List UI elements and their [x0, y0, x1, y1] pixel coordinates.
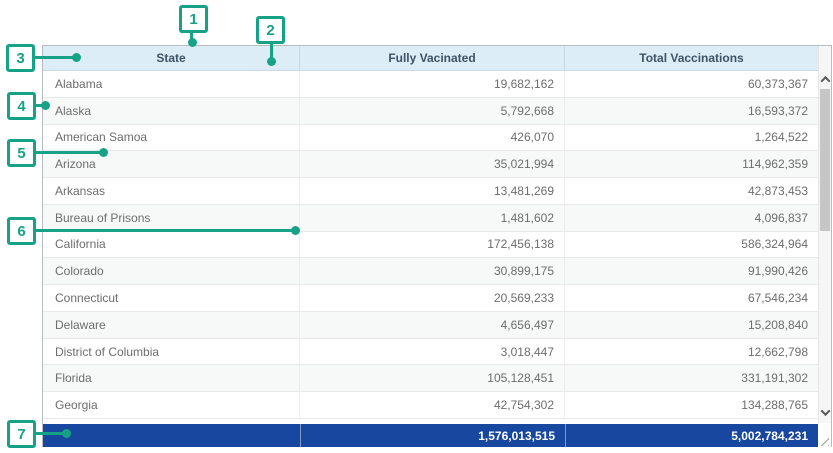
scroll-down-button[interactable]: [819, 405, 831, 419]
table-row: Arkansas 13,481,269 42,873,453: [43, 178, 831, 205]
state-cell: Alaska: [43, 98, 300, 124]
callout-1-dot: [188, 38, 197, 47]
fully-vaccinated-cell: 1,481,602: [300, 205, 565, 231]
table-row: Colorado 30,899,175 91,990,426: [43, 258, 831, 285]
callout-6: 6: [7, 217, 36, 245]
callout-number: 7: [17, 427, 25, 442]
total-vaccinations-cell: 91,990,426: [565, 258, 818, 284]
state-cell: Arizona: [43, 151, 300, 177]
resize-grip-icon[interactable]: [820, 437, 829, 446]
table-row: Connecticut 20,569,233 67,546,234: [43, 285, 831, 312]
callout-6-dot: [291, 226, 300, 235]
total-vaccinations-cell: 16,593,372: [565, 98, 818, 124]
total-vaccinations-cell: 12,662,798: [565, 339, 818, 365]
callout-3-dot: [72, 53, 81, 62]
callout-6-stem: [34, 229, 293, 232]
callout-4-dot: [41, 101, 50, 110]
state-cell: American Samoa: [43, 125, 300, 151]
table-row: Florida 105,128,451 331,191,302: [43, 365, 831, 392]
callout-7: 7: [7, 420, 36, 448]
callout-number: 3: [16, 51, 24, 66]
fully-vaccinated-cell: 42,754,302: [300, 392, 565, 418]
total-vaccinations-cell: 331,191,302: [565, 365, 818, 391]
fully-vaccinated-cell: 172,456,138: [300, 232, 565, 258]
chevron-up-icon: [820, 75, 830, 85]
state-cell: District of Columbia: [43, 339, 300, 365]
column-header-state[interactable]: State: [43, 46, 300, 70]
total-vaccinations-cell: 586,324,964: [565, 232, 818, 258]
fully-vaccinated-cell: 19,682,162: [300, 71, 565, 97]
totals-row: 1,576,013,515 5,002,784,231: [43, 424, 831, 447]
table-row: Bureau of Prisons 1,481,602 4,096,837: [43, 205, 831, 232]
callout-7-stem: [34, 432, 65, 435]
callout-5: 5: [7, 139, 36, 167]
callout-7-dot: [62, 429, 71, 438]
fully-vaccinated-cell: 3,018,447: [300, 339, 565, 365]
vaccination-table: State Fully Vacinated Total Vaccinations…: [42, 45, 832, 447]
scrollbar-thumb[interactable]: [820, 89, 830, 231]
callout-number: 2: [266, 23, 274, 38]
callout-number: 1: [189, 12, 197, 27]
fully-vaccinated-cell: 4,656,497: [300, 312, 565, 338]
state-cell: California: [43, 232, 300, 258]
callout-number: 6: [17, 224, 25, 239]
total-vaccinations-cell: 114,962,359: [565, 151, 818, 177]
state-cell: Arkansas: [43, 178, 300, 204]
fully-vaccinated-cell: 20,569,233: [300, 285, 565, 311]
table-body: Alabama 19,682,162 60,373,367 Alaska 5,7…: [43, 71, 831, 419]
total-vaccinations-cell: 67,546,234: [565, 285, 818, 311]
total-vaccinations-cell: 1,264,522: [565, 125, 818, 151]
callout-3-stem: [33, 56, 74, 59]
table-row: District of Columbia 3,018,447 12,662,79…: [43, 339, 831, 366]
total-vaccinations-cell: 42,873,453: [565, 178, 818, 204]
total-vaccinations-cell: 15,208,840: [565, 312, 818, 338]
table-row: California 172,456,138 586,324,964: [43, 232, 831, 259]
table-row: American Samoa 426,070 1,264,522: [43, 125, 831, 152]
total-vaccinations-cell: 4,096,837: [565, 205, 818, 231]
scroll-up-button[interactable]: [819, 72, 831, 86]
totals-total-vaccinations-cell: 5,002,784,231: [565, 424, 818, 447]
fully-vaccinated-cell: 13,481,269: [300, 178, 565, 204]
callout-number: 4: [17, 99, 25, 114]
callout-2-dot: [267, 57, 276, 66]
state-cell: Florida: [43, 365, 300, 391]
callout-2-stem: [270, 43, 273, 58]
table-header-row: State Fully Vacinated Total Vaccinations: [43, 46, 831, 71]
state-cell: Connecticut: [43, 285, 300, 311]
totals-state-cell: [43, 424, 300, 447]
table-row: Delaware 4,656,497 15,208,840: [43, 312, 831, 339]
fully-vaccinated-cell: 35,021,994: [300, 151, 565, 177]
column-header-fully-vaccinated[interactable]: Fully Vacinated: [300, 46, 565, 70]
table-row: Alabama 19,682,162 60,373,367: [43, 71, 831, 98]
table-row: Arizona 35,021,994 114,962,359: [43, 151, 831, 178]
fully-vaccinated-cell: 5,792,668: [300, 98, 565, 124]
dashboard-table-screenshot: State Fully Vacinated Total Vaccinations…: [0, 0, 833, 453]
callout-5-stem: [34, 151, 101, 154]
callout-2: 2: [256, 16, 285, 44]
callout-number: 5: [17, 146, 25, 161]
total-vaccinations-cell: 134,288,765: [565, 392, 818, 418]
callout-3: 3: [6, 44, 35, 72]
state-cell: Colorado: [43, 258, 300, 284]
state-cell: Georgia: [43, 392, 300, 418]
widget-corner: [818, 424, 831, 447]
chevron-down-icon: [820, 406, 830, 416]
callout-1: 1: [179, 5, 208, 33]
callout-5-dot: [99, 148, 108, 157]
table-row: Georgia 42,754,302 134,288,765: [43, 392, 831, 419]
fully-vaccinated-cell: 426,070: [300, 125, 565, 151]
state-cell: Alabama: [43, 71, 300, 97]
table-row: Alaska 5,792,668 16,593,372: [43, 98, 831, 125]
fully-vaccinated-cell: 30,899,175: [300, 258, 565, 284]
state-cell: Delaware: [43, 312, 300, 338]
fully-vaccinated-cell: 105,128,451: [300, 365, 565, 391]
vertical-scrollbar[interactable]: [818, 46, 831, 423]
state-cell: Bureau of Prisons: [43, 205, 300, 231]
totals-fully-vaccinated-cell: 1,576,013,515: [300, 424, 565, 447]
callout-4: 4: [7, 92, 36, 120]
total-vaccinations-cell: 60,373,367: [565, 71, 818, 97]
column-header-total-vaccinations[interactable]: Total Vaccinations: [565, 46, 818, 70]
